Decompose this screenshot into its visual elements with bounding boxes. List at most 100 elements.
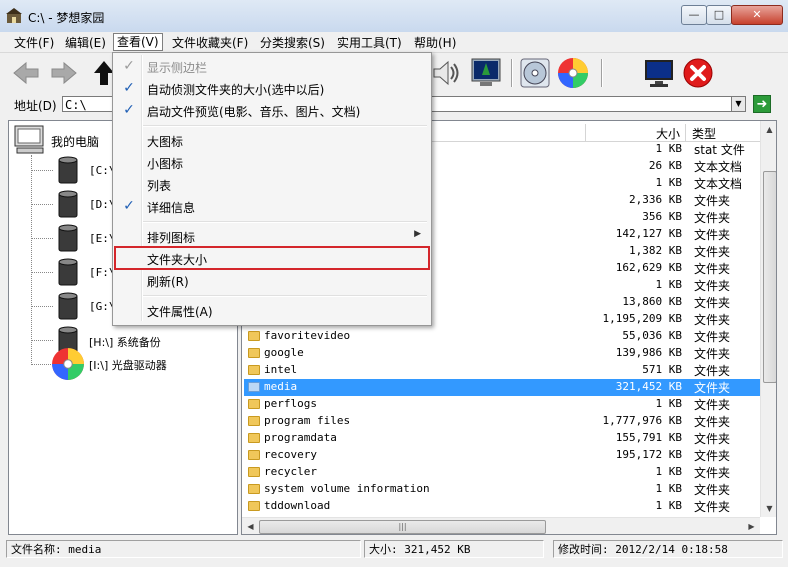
- menu-tools[interactable]: 实用工具(T): [334, 35, 405, 51]
- folder-icon: [248, 433, 260, 443]
- horizontal-scrollbar[interactable]: ◀ ||| ▶: [242, 517, 760, 534]
- menu-item-label: 文件夹大小: [147, 253, 208, 267]
- computer-icon: [14, 125, 44, 154]
- table-row[interactable]: recovery 195,172 KB 文件夹: [244, 447, 760, 464]
- menu-item-label: 大图标: [147, 135, 184, 149]
- address-dropdown-button[interactable]: ▼: [731, 96, 746, 112]
- menu-separator: [143, 221, 427, 223]
- tree-item-h-drive[interactable]: [H:\] 系统备份: [89, 334, 161, 350]
- tree-connector: [31, 155, 32, 365]
- column-header-size[interactable]: 大小: [656, 125, 680, 142]
- menu-edit[interactable]: 编辑(E): [62, 35, 109, 51]
- file-type: 文件夹: [694, 245, 731, 259]
- menu-item-arrange-icons[interactable]: 排列图标 ▶: [115, 225, 429, 247]
- scroll-right-icon[interactable]: ▶: [743, 518, 760, 534]
- file-type: 文件夹: [694, 347, 731, 361]
- menu-item-file-properties[interactable]: 文件属性(A): [115, 299, 429, 321]
- menu-item-label: 小图标: [147, 157, 184, 171]
- cd-disc-icon[interactable]: [557, 57, 589, 89]
- vertical-scroll-thumb[interactable]: [763, 171, 776, 383]
- table-row[interactable]: recycler 1 KB 文件夹: [244, 464, 760, 481]
- file-size: 1 KB: [655, 465, 683, 478]
- menu-item-details[interactable]: ✓ 详细信息: [115, 195, 429, 217]
- column-divider: [685, 124, 686, 141]
- minimize-button[interactable]: —: [681, 5, 707, 25]
- table-row[interactable]: system volume information 1 KB 文件夹: [244, 481, 760, 498]
- go-button[interactable]: ➜: [753, 95, 771, 113]
- tree-root-my-computer[interactable]: 我的电脑: [51, 133, 99, 150]
- menu-file[interactable]: 文件(F): [11, 35, 57, 51]
- menu-item-small-icons[interactable]: 小图标: [115, 151, 429, 173]
- drive-icon: [58, 156, 78, 184]
- monitor-screensaver-icon[interactable]: [470, 57, 502, 89]
- folder-icon: [248, 365, 260, 375]
- menu-item-large-icons[interactable]: 大图标: [115, 129, 429, 151]
- folder-icon: [248, 348, 260, 358]
- menu-item-folder-size[interactable]: 文件夹大小: [114, 246, 430, 270]
- scroll-up-icon[interactable]: ▲: [761, 121, 776, 138]
- menu-bar: 文件(F) 编辑(E) 查看(V) 文件收藏夹(F) 分类搜索(S) 实用工具(…: [0, 32, 788, 53]
- disc-burn-icon[interactable]: [519, 57, 551, 89]
- menu-item-list[interactable]: 列表: [115, 173, 429, 195]
- back-arrow-icon[interactable]: [10, 57, 42, 89]
- table-row[interactable]: favoritevideo 55,036 KB 文件夹: [244, 328, 760, 345]
- close-button[interactable]: ✕: [731, 5, 783, 25]
- column-header-type[interactable]: 类型: [692, 125, 716, 142]
- menu-item-show-sidebar[interactable]: ✓ 显示侧边栏: [115, 55, 429, 77]
- folder-icon: [248, 399, 260, 409]
- window-title: C:\ - 梦想家园: [28, 11, 105, 25]
- exit-icon[interactable]: [682, 57, 714, 89]
- horizontal-scroll-thumb[interactable]: |||: [259, 520, 546, 534]
- file-size: 155,791 KB: [615, 431, 682, 444]
- toolbar-separator: [601, 59, 603, 87]
- file-type: 文件夹: [694, 449, 731, 463]
- file-size: 1,195,209 KB: [602, 312, 682, 325]
- tree-connector: [31, 340, 53, 341]
- menu-help[interactable]: 帮助(H): [411, 35, 459, 51]
- file-name: intel: [264, 363, 298, 376]
- table-row[interactable]: intel 571 KB 文件夹: [244, 362, 760, 379]
- check-icon: ✓: [123, 58, 135, 74]
- file-type: 文件夹: [694, 262, 731, 276]
- vertical-scrollbar[interactable]: ▲ ▼: [760, 121, 776, 517]
- file-size: 13,860 KB: [622, 295, 682, 308]
- menu-item-label: 详细信息: [147, 201, 196, 215]
- view-dropdown-menu: ✓ 显示侧边栏 ✓ 自动侦测文件夹的大小(选中以后) ✓ 启动文件预览(电影、音…: [112, 52, 432, 326]
- table-row[interactable]: program files 1,777,976 KB 文件夹: [244, 413, 760, 430]
- tree-connector: [31, 272, 53, 273]
- table-row[interactable]: media 321,452 KB 文件夹: [244, 379, 760, 396]
- file-type: 文件夹: [694, 466, 731, 480]
- file-type: 文件夹: [694, 381, 731, 395]
- drive-icon: [58, 190, 78, 218]
- tree-item-i-drive[interactable]: [I:\] 光盘驱动器: [89, 357, 167, 373]
- forward-arrow-icon[interactable]: [48, 57, 80, 89]
- table-row[interactable]: tddownload 1 KB 文件夹: [244, 498, 760, 515]
- file-size: 1 KB: [655, 482, 683, 495]
- menu-item-refresh[interactable]: 刷新(R): [115, 269, 429, 291]
- file-type: 文件夹: [694, 279, 731, 293]
- scroll-left-icon[interactable]: ◀: [242, 518, 259, 534]
- menu-view[interactable]: 查看(V): [113, 33, 163, 51]
- tree-connector: [31, 204, 53, 205]
- file-name: favoritevideo: [264, 329, 351, 342]
- menu-separator: [143, 125, 427, 127]
- scroll-down-icon[interactable]: ▼: [761, 500, 776, 517]
- menu-search[interactable]: 分类搜索(S): [257, 35, 328, 51]
- menu-item-auto-folder-size[interactable]: ✓ 自动侦测文件夹的大小(选中以后): [115, 77, 429, 99]
- file-type: 文本文档: [694, 177, 743, 191]
- table-row[interactable]: perflogs 1 KB 文件夹: [244, 396, 760, 413]
- file-size: 1 KB: [655, 142, 683, 155]
- file-name: google: [264, 346, 304, 359]
- file-type: 文件夹: [694, 296, 731, 310]
- file-size: 55,036 KB: [622, 329, 682, 342]
- table-row[interactable]: programdata 155,791 KB 文件夹: [244, 430, 760, 447]
- maximize-button[interactable]: □: [706, 5, 732, 25]
- speaker-icon[interactable]: [430, 57, 462, 89]
- file-type: 文件夹: [694, 228, 731, 242]
- menu-favorites[interactable]: 文件收藏夹(F): [169, 35, 251, 51]
- menu-item-file-preview[interactable]: ✓ 启动文件预览(电影、音乐、图片、文档): [115, 99, 429, 121]
- menu-separator: [143, 295, 427, 297]
- table-row[interactable]: google 139,986 KB 文件夹: [244, 345, 760, 362]
- toolbar-separator: [511, 59, 513, 87]
- monitor-icon[interactable]: [643, 57, 675, 89]
